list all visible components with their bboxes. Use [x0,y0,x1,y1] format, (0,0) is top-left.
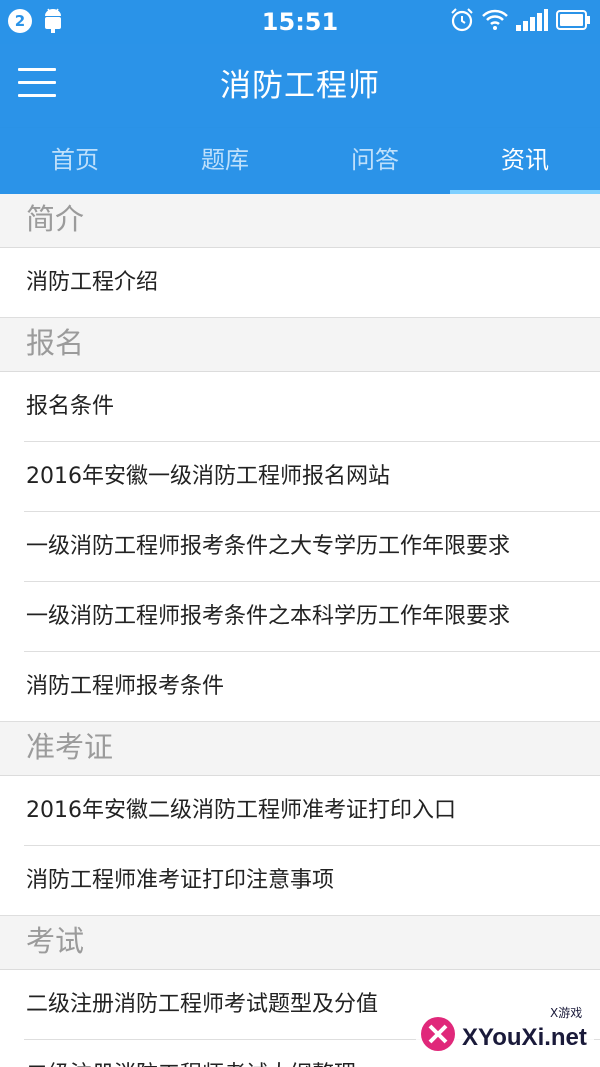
app-bar: 消防工程师 [0,44,600,128]
tab-qa[interactable]: 问答 [300,128,450,194]
battery-icon [556,10,590,30]
list-item[interactable]: 报名条件 [0,372,600,442]
wifi-icon [482,9,508,30]
watermark-brand: XYouXi.net [462,1024,587,1051]
list-item[interactable]: 消防工程介绍 [0,248,600,318]
section-header-registration: 报名 [0,318,600,372]
watermark-logo: XYouXi.net X游戏 [416,1003,594,1061]
page-title: 消防工程师 [220,68,380,104]
status-right [450,8,590,32]
section-header-admission-ticket: 准考证 [0,722,600,776]
news-list: 简介 消防工程介绍 报名 报名条件 2016年安徽一级消防工程师报名网站 一级消… [0,194,600,1067]
list-item[interactable]: 2016年安徽一级消防工程师报名网站 [0,442,600,512]
status-bar: 2 15:51 [0,0,600,44]
list-item[interactable]: 消防工程师报考条件 [0,652,600,722]
list-item[interactable]: 一级消防工程师报考条件之大专学历工作年限要求 [0,512,600,582]
list-item[interactable]: 消防工程师准考证打印注意事项 [0,846,600,916]
list-item[interactable]: 一级消防工程师报考条件之本科学历工作年限要求 [0,582,600,652]
section-header-exam: 考试 [0,916,600,970]
tab-news[interactable]: 资讯 [450,128,600,194]
list-item[interactable]: 2016年安徽二级消防工程师准考证打印入口 [0,776,600,846]
signal-icon [516,9,548,31]
alarm-icon [451,8,473,32]
tab-bar: 首页 题库 问答 资讯 [0,128,600,194]
section-header-intro: 简介 [0,194,600,248]
tab-question-bank[interactable]: 题库 [150,128,300,194]
tab-home[interactable]: 首页 [0,128,150,194]
watermark-tag: X游戏 [550,1006,582,1020]
